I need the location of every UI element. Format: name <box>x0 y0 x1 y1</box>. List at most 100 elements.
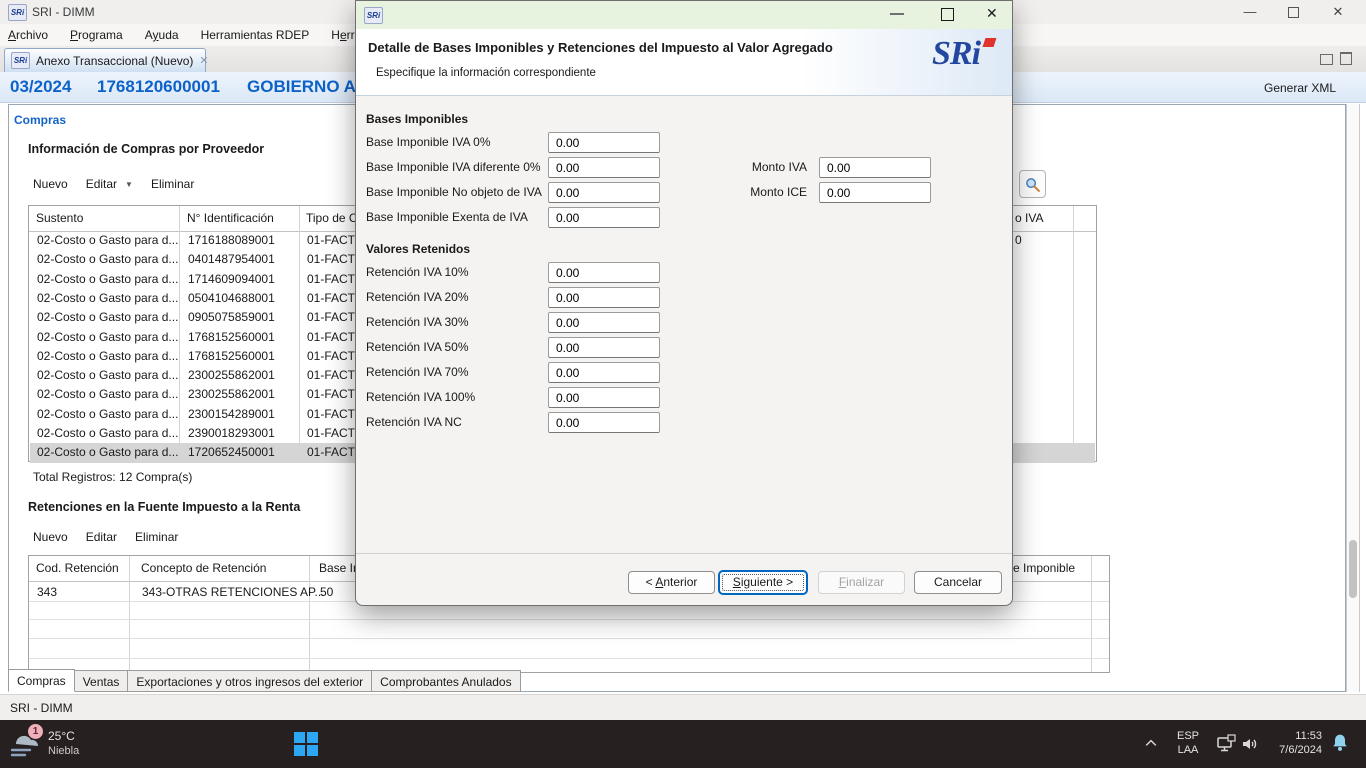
language-indicator[interactable]: ESPLAA <box>1168 729 1208 757</box>
cell-sustento: 02-Costo o Gasto para d... <box>37 270 178 289</box>
field-label: Base Imponible IVA 0% <box>366 135 491 149</box>
column-header[interactable]: Tipo de C <box>306 211 358 225</box>
column-header[interactable]: Sustento <box>36 211 83 225</box>
total-registros: Total Registros: 12 Compra(s) <box>33 470 192 484</box>
dialog-sri-icon: SRi <box>364 7 383 24</box>
dialog-body: Bases Imponibles Valores Retenidos Base … <box>356 95 1012 553</box>
cell-sustento: 02-Costo o Gasto para d... <box>37 385 178 404</box>
column-header[interactable]: N° Identificación <box>187 211 274 225</box>
cell-concepto: 343-OTRAS RETENCIONES AP... <box>142 582 325 602</box>
bases-section-title: Bases Imponibles <box>366 112 468 126</box>
menu-programa[interactable]: Programa <box>70 28 123 42</box>
dialog-titlebar: SRi ✕ <box>356 1 1012 29</box>
cell-identificacion: 0401487954001 <box>188 250 275 269</box>
input-base-imponible-no-objeto-de-iva[interactable] <box>548 182 660 203</box>
input-retenci-n-iva-nc[interactable] <box>548 412 660 433</box>
cell-identificacion: 1720652450001 <box>188 443 275 462</box>
input-base-imponible-iva-0-[interactable] <box>548 132 660 153</box>
tray-chevron-icon[interactable] <box>1143 736 1159 753</box>
volume-icon[interactable] <box>1240 734 1260 757</box>
input-retenci-n-iva-100-[interactable] <box>548 387 660 408</box>
toolbar-item-editar[interactable]: Editar <box>86 530 117 544</box>
cell-sustento: 02-Costo o Gasto para d... <box>37 328 178 347</box>
toolbar-item-editar[interactable]: Editar <box>86 177 117 191</box>
statusbar-text: SRI - DIMM <box>10 701 73 715</box>
search-button[interactable] <box>1019 170 1046 198</box>
column-header[interactable]: Base In <box>319 561 360 575</box>
vertical-scrollbar[interactable] <box>1346 104 1360 692</box>
menu-ayuda[interactable]: Ayuda <box>145 28 179 42</box>
row-divider <box>29 638 1109 639</box>
toolbar-item-nuevo[interactable]: Nuevo <box>33 177 68 191</box>
clock[interactable]: 11:537/6/2024 <box>1266 729 1322 757</box>
bottom-tab-comprobantes[interactable]: Comprobantes Anulados <box>372 670 520 692</box>
field-label: Base Imponible Exenta de IVA <box>366 210 528 224</box>
tab-anexo-transaccional[interactable]: SRi Anexo Transaccional (Nuevo) ✕ <box>4 48 206 72</box>
input-monto-iva[interactable] <box>819 157 931 178</box>
input-retenci-n-iva-20-[interactable] <box>548 287 660 308</box>
tab-close-icon[interactable]: ✕ <box>199 54 208 67</box>
input-retenci-n-iva-50-[interactable] <box>548 337 660 358</box>
button-finalizar[interactable]: Finalizar <box>818 571 905 594</box>
toolbar-item-nuevo[interactable]: Nuevo <box>33 530 68 544</box>
view-minimize-icon[interactable] <box>1320 54 1333 65</box>
windows-logo-icon <box>293 731 319 757</box>
field-label: Retención IVA 70% <box>366 365 469 379</box>
start-button[interactable] <box>293 731 319 757</box>
input-retenci-n-iva-70-[interactable] <box>548 362 660 383</box>
dialog-maximize-button[interactable] <box>941 8 954 21</box>
button-anterior[interactable]: < Anterior <box>628 571 715 594</box>
cell-identificacion: 1768152560001 <box>188 328 275 347</box>
input-base-imponible-exenta-de-iva[interactable] <box>548 207 660 228</box>
input-retenci-n-iva-30-[interactable] <box>548 312 660 333</box>
bottom-tab-exportaciones[interactable]: Exportaciones y otros ingresos del exter… <box>128 670 372 692</box>
column-header[interactable]: Concepto de Retención <box>141 561 266 575</box>
generar-xml-button[interactable]: Generar XML <box>1264 81 1336 95</box>
cell-identificacion: 1716188089001 <box>188 231 275 250</box>
button-siguiente[interactable]: Siguiente > <box>719 571 807 594</box>
toolbar-item-eliminar[interactable]: Eliminar <box>151 177 194 191</box>
field-label: Retención IVA NC <box>366 415 462 429</box>
ruc: 1768120600001 <box>97 77 220 97</box>
row-divider <box>29 658 1109 659</box>
dropdown-arrow-icon[interactable]: ▼ <box>125 180 133 189</box>
weather-widget[interactable]: 1 25°C Niebla <box>8 726 128 762</box>
input-monto-ice[interactable] <box>819 182 931 203</box>
field-label: Base Imponible IVA diferente 0% <box>366 160 541 174</box>
column-header[interactable]: Cod. Retención <box>36 561 119 575</box>
dialog-close-button[interactable]: ✕ <box>986 5 998 22</box>
compras-toolbar: Nuevo Editar ▼ Eliminar <box>33 177 194 191</box>
button-cancelar[interactable]: Cancelar <box>914 571 1002 594</box>
menu-herramientas-rdep[interactable]: Herramientas RDEP <box>201 28 310 42</box>
close-button[interactable]: ✕ <box>1324 1 1352 23</box>
bottom-tab-ventas[interactable]: Ventas <box>75 670 129 692</box>
column-header-fragment[interactable]: e Imponible <box>1013 561 1075 575</box>
view-maximize-icon[interactable] <box>1340 52 1352 65</box>
tab-label: Anexo Transaccional (Nuevo) <box>36 54 193 68</box>
bottom-tabs: ComprasVentasExportaciones y otros ingre… <box>8 669 521 692</box>
sri-app-icon: SRi <box>8 4 27 21</box>
menu-archivo[interactable]: Archivo <box>8 28 48 42</box>
cell-identificacion: 0905075859001 <box>188 308 275 327</box>
screen: SRi SRI - DIMM — ✕ Archivo Programa Ayuda H… <box>0 0 1366 768</box>
cell-identificacion: 2300255862001 <box>188 366 275 385</box>
scrollbar-thumb[interactable] <box>1349 540 1357 598</box>
input-base-imponible-iva-diferente-0-[interactable] <box>548 157 660 178</box>
input-retenci-n-iva-10-[interactable] <box>548 262 660 283</box>
dialog-minimize-button[interactable] <box>890 13 904 15</box>
bottom-tab-compras[interactable]: Compras <box>8 669 75 692</box>
network-icon[interactable] <box>1216 734 1236 757</box>
column-header-fragment[interactable]: o IVA <box>1015 211 1043 225</box>
toolbar-item-eliminar[interactable]: Eliminar <box>135 530 178 544</box>
compras-heading: Información de Compras por Proveedor <box>28 142 264 156</box>
cell-base: 50 <box>320 582 333 602</box>
field-label: Base Imponible No objeto de IVA <box>366 185 542 199</box>
cell-identificacion: 1768152560001 <box>188 347 275 366</box>
minimize-button[interactable]: — <box>1236 1 1264 23</box>
magnifier-icon <box>1024 176 1041 193</box>
field-label: Retención IVA 20% <box>366 290 469 304</box>
restore-button[interactable] <box>1288 7 1299 18</box>
window-title: SRI - DIMM <box>32 5 95 19</box>
notification-bell-icon[interactable] <box>1330 732 1350 757</box>
dialog-subtitle: Especifique la información correspondien… <box>376 67 596 79</box>
